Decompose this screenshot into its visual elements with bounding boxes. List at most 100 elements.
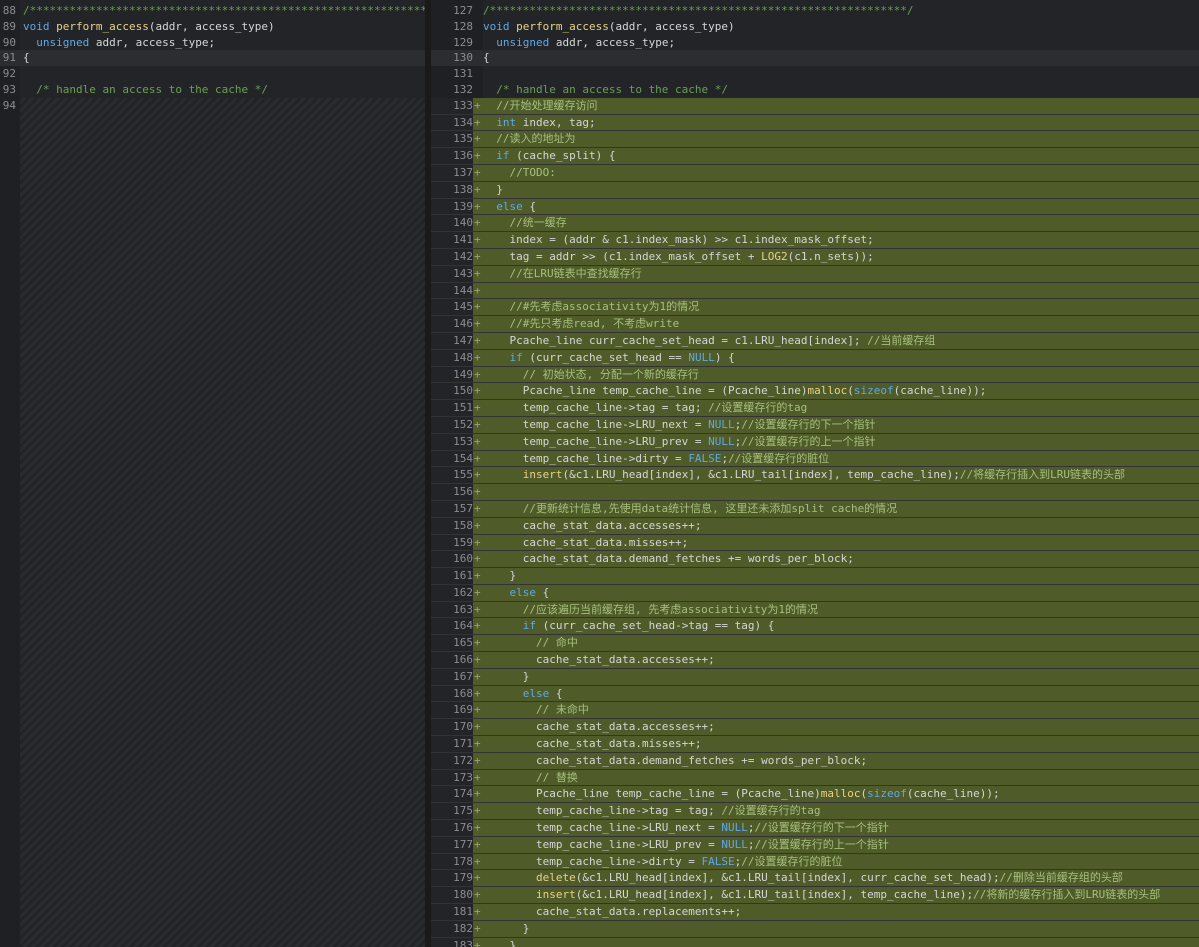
code-text: /***************************************… xyxy=(483,4,914,17)
code-line[interactable]: 133 + //开始处理缓存访问 xyxy=(431,97,1199,115)
code-line[interactable]: 137 + //TODO: xyxy=(431,164,1199,182)
code-line[interactable]: 171 + cache_stat_data.misses++; xyxy=(431,736,1199,753)
code-line[interactable]: 139 + else { xyxy=(431,198,1199,216)
code-line[interactable]: 170 + cache_stat_data.accesses++; xyxy=(431,719,1199,737)
added-marker: + xyxy=(474,871,481,885)
code-line[interactable]: 135 + //读入的地址为 xyxy=(431,131,1199,149)
code-line[interactable]: 183 + } xyxy=(431,937,1199,947)
code-line[interactable]: 174 + Pcache_line temp_cache_line = (Pcac… xyxy=(431,786,1199,804)
code-line[interactable]: 172 + cache_stat_data.demand_fetches += w… xyxy=(431,752,1199,770)
code-line[interactable]: 141 + index = (addr & c1.index_mask) >> c… xyxy=(431,232,1199,249)
code-line[interactable]: 88 /*************************************… xyxy=(0,3,425,19)
code-line[interactable]: 91 { xyxy=(0,50,425,67)
code-line[interactable]: 167 + } xyxy=(431,668,1199,686)
code-line[interactable]: 148 + if (curr_cache_set_head == NULL) { xyxy=(431,349,1199,367)
code-line[interactable]: 127 /************************************… xyxy=(431,3,1199,19)
added-marker: + xyxy=(474,938,481,947)
code-text: // 未命中 xyxy=(483,703,589,717)
code-line[interactable]: 155 + insert(&c1.LRU_head[index], &c1.LRU… xyxy=(431,467,1199,485)
code-text: index = (addr & c1.index_mask) >> c1.ind… xyxy=(483,233,874,247)
code-line[interactable]: 157 + //更新统计信息,先使用data统计信息, 这里还未添加split c… xyxy=(431,500,1199,518)
code-text: } xyxy=(483,921,530,935)
code-text: // 替换 xyxy=(483,770,578,784)
code-text: //在LRU链表中查找缓存行 xyxy=(483,266,642,280)
line-number: 134 xyxy=(431,114,473,131)
added-marker: + xyxy=(474,216,481,230)
line-number: 131 xyxy=(453,67,473,81)
code-line[interactable]: 89 void perform_access(addr, access_type) xyxy=(0,19,425,35)
code-line[interactable]: 145 + //#先考虑associativity为1的情况 xyxy=(431,299,1199,317)
code-line[interactable]: 152 + temp_cache_line->LRU_next = NULL;//… xyxy=(431,416,1199,434)
code-line[interactable]: 165 + // 命中 xyxy=(431,635,1199,653)
line-number: 166 xyxy=(431,652,473,668)
code-text: } xyxy=(483,569,517,583)
code-line[interactable]: 181 + cache_stat_data.replacements++; xyxy=(431,904,1199,921)
diff-left-pane[interactable]: 88 /*************************************… xyxy=(0,0,425,947)
code-line[interactable]: 136 + if (cache_split) { xyxy=(431,148,1199,165)
code-area[interactable]: 88 /*************************************… xyxy=(0,3,425,114)
code-line[interactable]: 162 + else { xyxy=(431,584,1199,602)
code-line[interactable]: 158 + cache_stat_data.accesses++; xyxy=(431,517,1199,535)
code-line[interactable]: 178 + temp_cache_line->dirty = FALSE;//设置… xyxy=(431,853,1199,871)
code-line[interactable]: 144 + xyxy=(431,282,1199,300)
code-line[interactable]: 168 + else { xyxy=(431,685,1199,703)
code-line[interactable]: 177 + temp_cache_line->LRU_prev = NULL;//… xyxy=(431,836,1199,854)
code-line[interactable]: 140 + //统一缓存 xyxy=(431,215,1199,233)
code-line[interactable]: 173 + // 替换 xyxy=(431,769,1199,787)
diff-right-pane[interactable]: 127 /************************************… xyxy=(431,0,1199,947)
code-line[interactable]: 179 + delete(&c1.LRU_head[index], &c1.LRU… xyxy=(431,870,1199,888)
code-line[interactable]: 132 /* handle an access to the cache */ xyxy=(431,82,1199,98)
code-line[interactable]: 92 xyxy=(0,66,425,82)
code-line[interactable]: 146 + //#先只考虑read, 不考虑write xyxy=(431,316,1199,333)
code-text: temp_cache_line->LRU_prev = NULL;//设置缓存行… xyxy=(483,837,889,851)
code-text: int index, tag; xyxy=(496,115,596,129)
added-marker: + xyxy=(474,468,481,482)
code-line[interactable]: 151 + temp_cache_line->tag = tag; //设置缓存行… xyxy=(431,400,1199,417)
line-number: 92 xyxy=(2,67,16,81)
code-line[interactable]: 149 + // 初始状态, 分配一个新的缓存行 xyxy=(431,366,1199,384)
code-area[interactable]: 127 /************************************… xyxy=(431,3,1199,947)
code-line[interactable]: 90 unsigned addr, access_type; xyxy=(0,35,425,51)
code-line[interactable]: 154 + temp_cache_line->dirty = FALSE;//设置… xyxy=(431,450,1199,468)
code-line[interactable]: 153 + temp_cache_line->LRU_prev = NULL;//… xyxy=(431,433,1199,451)
code-line[interactable]: 134 + int index, tag; xyxy=(431,114,1199,132)
code-line[interactable]: 176 + temp_cache_line->LRU_next = NULL;//… xyxy=(431,820,1199,837)
code-line[interactable]: 180 + insert(&c1.LRU_head[index], &c1.LRU… xyxy=(431,887,1199,905)
code-line[interactable]: 163 + //应该遍历当前缓存组, 先考虑associativity为1的情况 xyxy=(431,601,1199,619)
code-line[interactable]: 182 + } xyxy=(431,920,1199,938)
code-text: //读入的地址为 xyxy=(483,132,576,146)
code-line[interactable]: 147 + Pcache_line curr_cache_set_head = c… xyxy=(431,332,1199,350)
code-line[interactable]: 128 void perform_access(addr, access_type… xyxy=(431,19,1199,35)
code-text: if (curr_cache_set_head == NULL) { xyxy=(509,350,735,364)
code-line[interactable]: 93 /* handle an access to the cache */ xyxy=(0,82,425,98)
added-marker: + xyxy=(474,182,481,196)
code-line[interactable]: 159 + cache_stat_data.misses++; xyxy=(431,534,1199,552)
line-number: 183 xyxy=(431,937,473,947)
code-line[interactable]: 164 + if (curr_cache_set_head->tag == tag… xyxy=(431,618,1199,636)
added-marker: + xyxy=(474,350,481,364)
code-line[interactable]: 131 xyxy=(431,66,1199,82)
code-line[interactable]: 161 + } xyxy=(431,568,1199,585)
code-line[interactable]: 160 + cache_stat_data.demand_fetches += w… xyxy=(431,551,1199,569)
added-marker: + xyxy=(474,619,481,633)
added-marker: + xyxy=(474,434,481,448)
added-marker: + xyxy=(474,552,481,566)
code-line[interactable]: 166 + cache_stat_data.accesses++; xyxy=(431,652,1199,669)
code-line[interactable]: 130 { xyxy=(431,50,1199,67)
added-marker: + xyxy=(474,233,481,247)
code-text: void perform_access(addr, access_type) xyxy=(483,19,735,33)
added-marker: + xyxy=(474,300,481,314)
code-line[interactable]: 129 unsigned addr, access_type; xyxy=(431,35,1199,51)
code-line[interactable]: 138 + } xyxy=(431,181,1199,199)
line-number: 149 xyxy=(431,366,473,383)
code-text: //应该遍历当前缓存组, 先考虑associativity为1的情况 xyxy=(483,602,818,616)
code-line[interactable]: 175 + temp_cache_line->tag = tag; //设置缓存行… xyxy=(431,803,1199,821)
code-line[interactable]: 156 + xyxy=(431,484,1199,501)
line-number: 145 xyxy=(431,299,473,316)
code-line[interactable]: 94 xyxy=(0,98,425,114)
code-line[interactable]: 142 + tag = addr >> (c1.index_mask_offset… xyxy=(431,248,1199,266)
code-line[interactable]: 150 + Pcache_line temp_cache_line = (Pcac… xyxy=(431,383,1199,401)
code-line[interactable]: 143 + //在LRU链表中查找缓存行 xyxy=(431,265,1199,283)
code-line[interactable]: 169 + // 未命中 xyxy=(431,702,1199,720)
code-text: void perform_access(addr, access_type) xyxy=(23,19,275,33)
